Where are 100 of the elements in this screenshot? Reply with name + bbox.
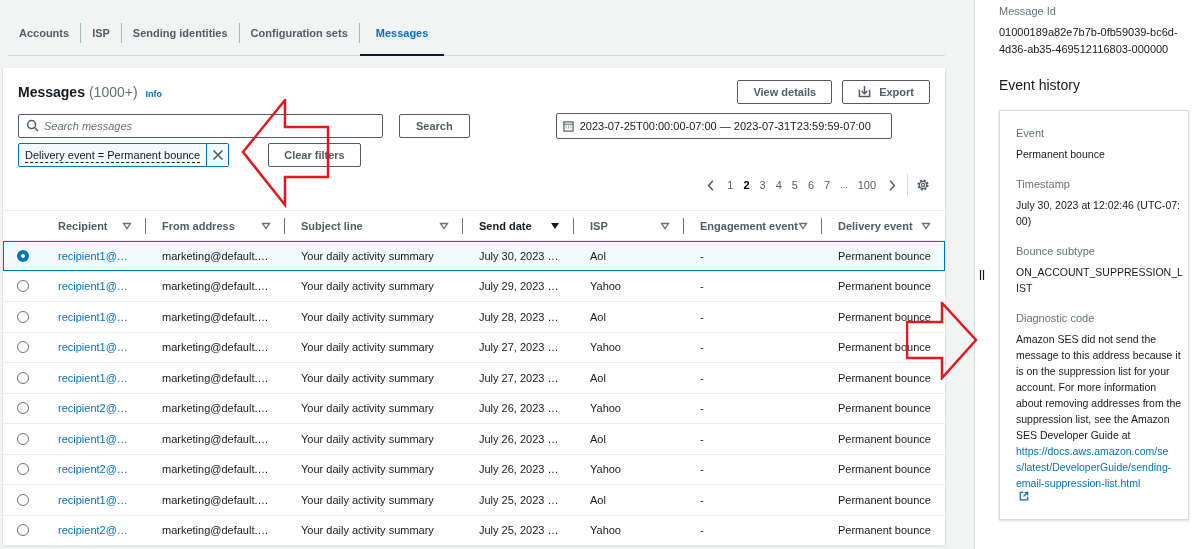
date-range-field[interactable]: 2023-07-25T00:00:00-07:00 — 2023-07-31T23:59:59-07:00	[555, 113, 892, 139]
documentation-link[interactable]: https://docs.aws.amazon.com/ses/latest/DeveloperGuide/sending-email-suppression-list.html	[1016, 443, 1174, 491]
radio-button[interactable]	[16, 493, 29, 506]
recipient-link[interactable]: recipient2@…	[58, 402, 128, 415]
table-cell: July 26, 2023 …	[479, 432, 559, 445]
tab[interactable]: Configuration sets	[239, 11, 359, 56]
table-cell: Permanent bounce	[838, 524, 931, 537]
search-button[interactable]: Search	[399, 114, 470, 138]
table-cell: Aol	[590, 249, 606, 262]
radio-button[interactable]	[16, 463, 29, 476]
sort-icon[interactable]	[439, 221, 449, 230]
table-row[interactable]: recipient1@… marketing@default.… Your daily activity summary July 29, 2023 … Yahoo - Permanent bounce	[3, 271, 945, 302]
table-row[interactable]: recipient2@… marketing@default.… Your daily activity summary July 26, 2023 … Yahoo - Permanent bounce	[3, 454, 945, 485]
table-cell: -	[700, 249, 704, 262]
radio-button[interactable]	[16, 310, 29, 323]
column-header[interactable]: Subject line	[301, 219, 363, 232]
table-cell: July 25, 2023 …	[479, 524, 559, 537]
recipient-link[interactable]: recipient2@…	[58, 524, 128, 537]
table-cell: marketing@default.…	[162, 280, 269, 293]
table-row[interactable]: recipient1@… marketing@default.… Your daily activity summary July 27, 2023 … Aol - Permanent bounce	[3, 363, 945, 394]
filter-label: Delivery event = Permanent bounce	[24, 148, 202, 163]
table-cell: -	[700, 493, 704, 506]
page-number[interactable]: 3	[754, 179, 771, 191]
table-cell: Permanent bounce	[838, 249, 931, 262]
recipient-link[interactable]: recipient1@…	[58, 432, 128, 445]
sort-icon[interactable]	[660, 221, 670, 230]
table-cell: -	[700, 463, 704, 476]
export-button[interactable]: Export	[842, 79, 930, 104]
recipient-link[interactable]: recipient2@…	[58, 463, 128, 476]
column-header[interactable]: From address	[162, 219, 235, 232]
external-link-icon[interactable]	[1019, 491, 1029, 501]
table-cell: -	[700, 280, 704, 293]
settings-icon[interactable]	[916, 178, 930, 192]
page-number[interactable]: 4	[770, 179, 787, 191]
table-cell: July 27, 2023 …	[479, 341, 559, 354]
tab[interactable]: ISP	[81, 11, 121, 56]
recipient-link[interactable]: recipient1@…	[58, 371, 128, 384]
radio-button[interactable]	[16, 432, 29, 445]
column-header[interactable]: Recipient	[58, 219, 108, 232]
field-label: Timestamp	[1016, 177, 1071, 192]
tab[interactable]: Accounts	[8, 11, 81, 56]
table-row[interactable]: recipient1@… marketing@default.… Your daily activity summary July 28, 2023 … Aol - Permanent bounce	[3, 302, 945, 333]
sort-icon[interactable]	[261, 221, 271, 230]
table-cell: -	[700, 432, 704, 445]
table-cell: Your daily activity summary	[301, 280, 434, 293]
column-header[interactable]: Delivery event	[838, 219, 913, 232]
remove-filter-button[interactable]	[206, 144, 229, 166]
radio-button[interactable]	[16, 341, 29, 354]
table-cell: Aol	[590, 371, 606, 384]
table-cell: Permanent bounce	[838, 432, 931, 445]
page-number[interactable]: 100	[852, 179, 881, 191]
page-number[interactable]: 5	[786, 179, 803, 191]
table-cell: Permanent bounce	[838, 371, 931, 384]
next-page-icon[interactable]	[887, 178, 897, 192]
recipient-link[interactable]: recipient1@…	[58, 341, 128, 354]
page-number[interactable]: 2	[738, 179, 755, 191]
table-cell: Your daily activity summary	[301, 524, 434, 537]
download-icon	[858, 85, 872, 98]
table-row[interactable]: recipient1@… marketing@default.… Your daily activity summary July 26, 2023 … Aol - Permanent bounce	[3, 424, 945, 455]
table-row[interactable]: recipient2@… marketing@default.… Your daily activity summary July 26, 2023 … Yahoo - Permanent bounce	[3, 393, 945, 424]
field-label: Event	[1016, 126, 1046, 141]
field-value: July 30, 2023 at 12:02:46 (UTC-07:00)	[1016, 198, 1181, 229]
sort-icon[interactable]	[122, 221, 132, 230]
table-cell: Aol	[590, 493, 606, 506]
tab[interactable]: Sending identities	[121, 11, 239, 56]
info-link[interactable]: Info	[145, 88, 163, 99]
table-cell: July 30, 2023 …	[479, 249, 559, 262]
field-value: Amazon SES did not send the message to this address because it is on the suppression list for your account. For more information about removing addresses from the suppression list, see the Amazon SES Developer Guide at	[1016, 332, 1183, 443]
radio-button[interactable]	[16, 402, 29, 415]
page-number[interactable]: 7	[819, 179, 836, 191]
column-header[interactable]: ISP	[590, 219, 608, 232]
view-details-button[interactable]: View details	[737, 79, 833, 104]
field-value: Permanent bounce	[1016, 147, 1106, 162]
search-field[interactable]: Search messages	[18, 114, 383, 138]
column-header[interactable]: Send date	[479, 219, 532, 232]
table-row[interactable]: recipient1@… marketing@default.… Your daily activity summary July 30, 2023 … Aol - Permanent bounce	[3, 241, 945, 272]
page-number[interactable]: 1	[722, 179, 739, 191]
radio-button[interactable]	[16, 280, 29, 293]
table-row[interactable]: recipient2@… marketing@default.… Your daily activity summary July 25, 2023 … Yahoo - Permanent bounce	[3, 515, 945, 546]
radio-button[interactable]	[16, 524, 29, 537]
sort-icon[interactable]	[921, 221, 931, 230]
recipient-link[interactable]: recipient1@…	[58, 249, 128, 262]
radio-button[interactable]	[16, 371, 29, 384]
table-cell: Permanent bounce	[838, 463, 931, 476]
table-row[interactable]: recipient1@… marketing@default.… Your daily activity summary July 25, 2023 … Aol - Permanent bounce	[3, 485, 945, 516]
sort-icon[interactable]	[798, 221, 808, 230]
drag-handle-icon[interactable]	[979, 269, 985, 280]
table-cell: -	[700, 310, 704, 323]
radio-button[interactable]	[16, 249, 29, 262]
recipient-link[interactable]: recipient1@…	[58, 280, 128, 293]
table-cell: marketing@default.…	[162, 249, 269, 262]
page-number[interactable]: 6	[802, 179, 819, 191]
table-cell: -	[700, 371, 704, 384]
table-cell: July 27, 2023 …	[479, 371, 559, 384]
recipient-link[interactable]: recipient1@…	[58, 310, 128, 323]
sort-descending-icon[interactable]	[550, 221, 560, 230]
table-cell: marketing@default.…	[162, 493, 269, 506]
tab[interactable]: Messages	[359, 11, 445, 56]
column-header[interactable]: Engagement event	[700, 219, 798, 232]
recipient-link[interactable]: recipient1@…	[58, 493, 128, 506]
